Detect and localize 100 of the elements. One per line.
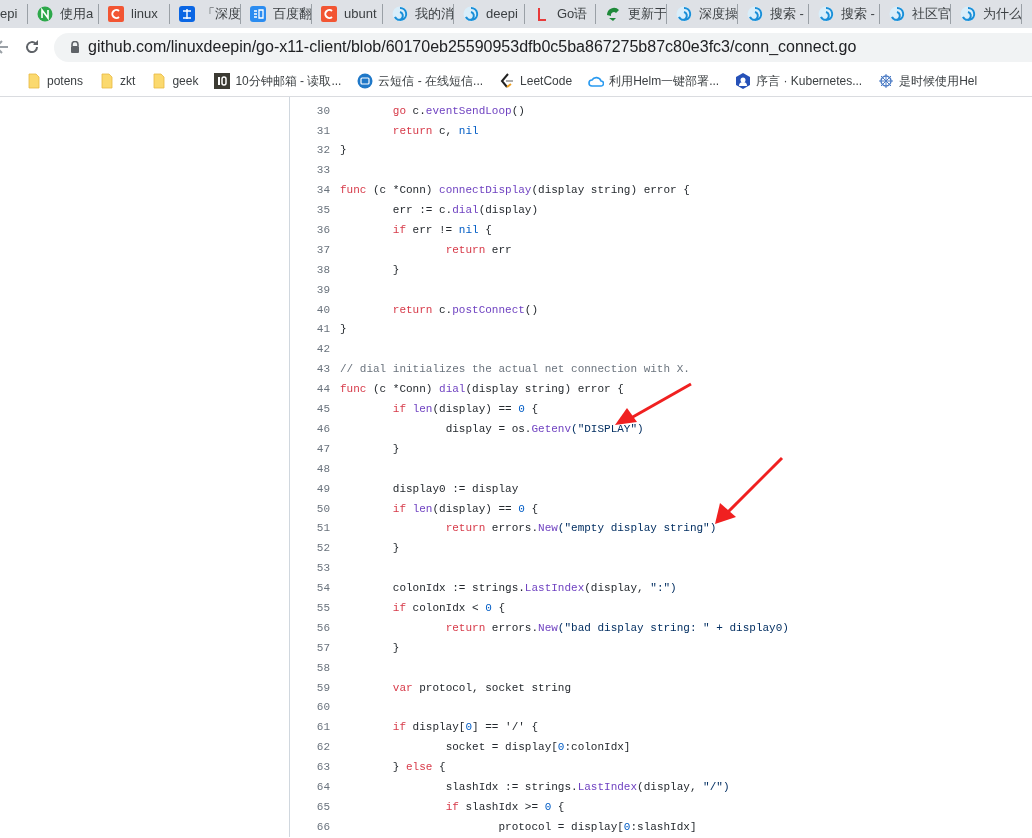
chat-logo-icon	[357, 73, 374, 89]
swirl-logo-icon	[960, 6, 976, 22]
line-number: 50	[316, 501, 330, 517]
code-line: colonIdx := strings.LastIndex(display, ":")	[391, 581, 677, 597]
code-line: slashIdx := strings.LastIndex(display, "/")	[444, 779, 730, 795]
line-number: 56	[316, 620, 330, 636]
code-line: }	[391, 441, 400, 457]
line-number: 66	[316, 819, 330, 835]
bookmark[interactable]: LeetCode	[495, 69, 577, 93]
browser-tab[interactable]: epi	[0, 4, 28, 24]
code-line: }	[391, 262, 400, 278]
code-line: }	[340, 322, 347, 338]
folder-icon	[151, 73, 168, 89]
line-number: 31	[316, 123, 330, 139]
code-line: go c.eventSendLoop()	[391, 103, 525, 119]
code-line: display0 := display	[391, 481, 519, 497]
c-logo-icon	[108, 6, 124, 22]
browser-tab[interactable]: linux	[99, 4, 170, 24]
zhi-logo-icon	[179, 6, 195, 22]
code-line: var protocol, socket string	[391, 680, 572, 696]
wheel-icon	[878, 73, 895, 89]
folder-icon	[26, 73, 42, 89]
line-number: 33	[316, 163, 330, 179]
swirl-logo-icon	[818, 6, 834, 22]
translate-logo-icon	[250, 6, 266, 22]
line-number: 60	[316, 700, 330, 716]
code-line: } else {	[391, 760, 446, 776]
line-number: 65	[316, 799, 330, 815]
code-line: if len(display) == 0 {	[391, 501, 539, 517]
line-number: 59	[316, 680, 330, 696]
code-line: display = os.Getenv("DISPLAY")	[444, 421, 644, 437]
browser-tab[interactable]: 「深度	[170, 4, 241, 24]
n-logo-icon	[37, 6, 53, 22]
browser-tab[interactable]: 使用a	[28, 4, 99, 24]
line-number: 43	[316, 362, 330, 378]
line-number: 42	[316, 342, 330, 358]
line-number: 64	[316, 779, 330, 795]
browser-tab[interactable]: 搜索 -	[809, 4, 880, 24]
swirl-logo-icon	[747, 6, 763, 22]
browser-tab[interactable]: ubunt	[312, 4, 383, 24]
line-number: 54	[316, 581, 330, 597]
line-number: 45	[316, 402, 330, 418]
line-number: 48	[316, 461, 330, 477]
line-number: 36	[316, 223, 330, 239]
browser-tab[interactable]: 社区官	[880, 4, 951, 24]
bookmark[interactable]: zkt	[95, 69, 140, 93]
browser-tab[interactable]: 搜索 -	[738, 4, 809, 24]
code-line: return c, nil	[391, 123, 479, 139]
code-line: if colonIdx < 0 {	[391, 600, 506, 616]
bookmark[interactable]: potens	[22, 69, 88, 93]
browser-tab[interactable]: 深度操	[667, 4, 738, 24]
leetcode-logo-icon	[499, 73, 516, 89]
code-line: // dial initializes the actual net connection with X.	[340, 362, 690, 378]
bookmark[interactable]: 是时候使用Hel	[874, 69, 982, 93]
browser-tab[interactable]: 我的消	[383, 4, 454, 24]
browser-tab[interactable]: Go语	[525, 4, 596, 24]
swirl-logo-icon	[392, 6, 408, 22]
line-number: 57	[316, 640, 330, 656]
line-number: 34	[316, 183, 330, 199]
line-number: 46	[316, 421, 330, 437]
line-number: 41	[316, 322, 330, 338]
line-number: 38	[316, 262, 330, 278]
bookmark[interactable]: 云短信 - 在线短信...	[353, 69, 488, 93]
bookmark[interactable]: 利用Helm一键部署...	[584, 69, 724, 93]
code-line: if len(display) == 0 {	[391, 402, 539, 418]
line-number: 63	[316, 760, 330, 776]
line-number: 44	[316, 382, 330, 398]
browser-tab[interactable]: 更新于	[596, 4, 667, 24]
bookmark[interactable]: 10分钟邮箱 - 读取...	[210, 69, 346, 93]
code-line: if slashIdx >= 0 {	[444, 799, 565, 815]
code-line: if display[0] == '/' {	[391, 720, 539, 736]
back-icon[interactable]	[0, 39, 10, 55]
browser-tab[interactable]: 百度翻	[241, 4, 312, 24]
folder-icon	[99, 73, 116, 89]
code-line: protocol = display[0:slashIdx]	[497, 819, 697, 835]
code-line: err := c.dial(display)	[391, 203, 539, 219]
line-number: 55	[316, 600, 330, 616]
code-line: socket = display[0:colonIdx]	[444, 740, 631, 756]
line-number: 51	[316, 521, 330, 537]
code-line: }	[391, 541, 400, 557]
line-number: 58	[316, 660, 330, 676]
line-number: 61	[316, 720, 330, 736]
line-number: 40	[316, 302, 330, 318]
address-bar[interactable]: github.com/linuxdeepin/go-x11-client/blob/60170eb25590953dfb0c5ba867275b87c80e3fc3/conn_connect.go	[54, 32, 1032, 62]
code-line: }	[340, 143, 347, 159]
lock-icon	[70, 41, 80, 53]
line-number: 30	[316, 103, 330, 119]
line-number: 49	[316, 481, 330, 497]
code-line: func (c *Conn) connectDisplay(display string) error {	[340, 183, 690, 199]
swirl-logo-icon	[889, 6, 905, 22]
bookmark[interactable]: 序言 · Kubernetes...	[731, 69, 867, 93]
square-logo-icon	[214, 73, 231, 89]
annotation-arrow	[714, 456, 784, 526]
bookmark[interactable]: geek	[147, 69, 203, 93]
line-number: 52	[316, 541, 330, 557]
reload-icon[interactable]	[24, 39, 40, 55]
code-line: return c.postConnect()	[391, 302, 539, 318]
line-number: 47	[316, 441, 330, 457]
c-logo-icon	[321, 6, 337, 22]
browser-tab[interactable]: deepi	[454, 4, 525, 24]
